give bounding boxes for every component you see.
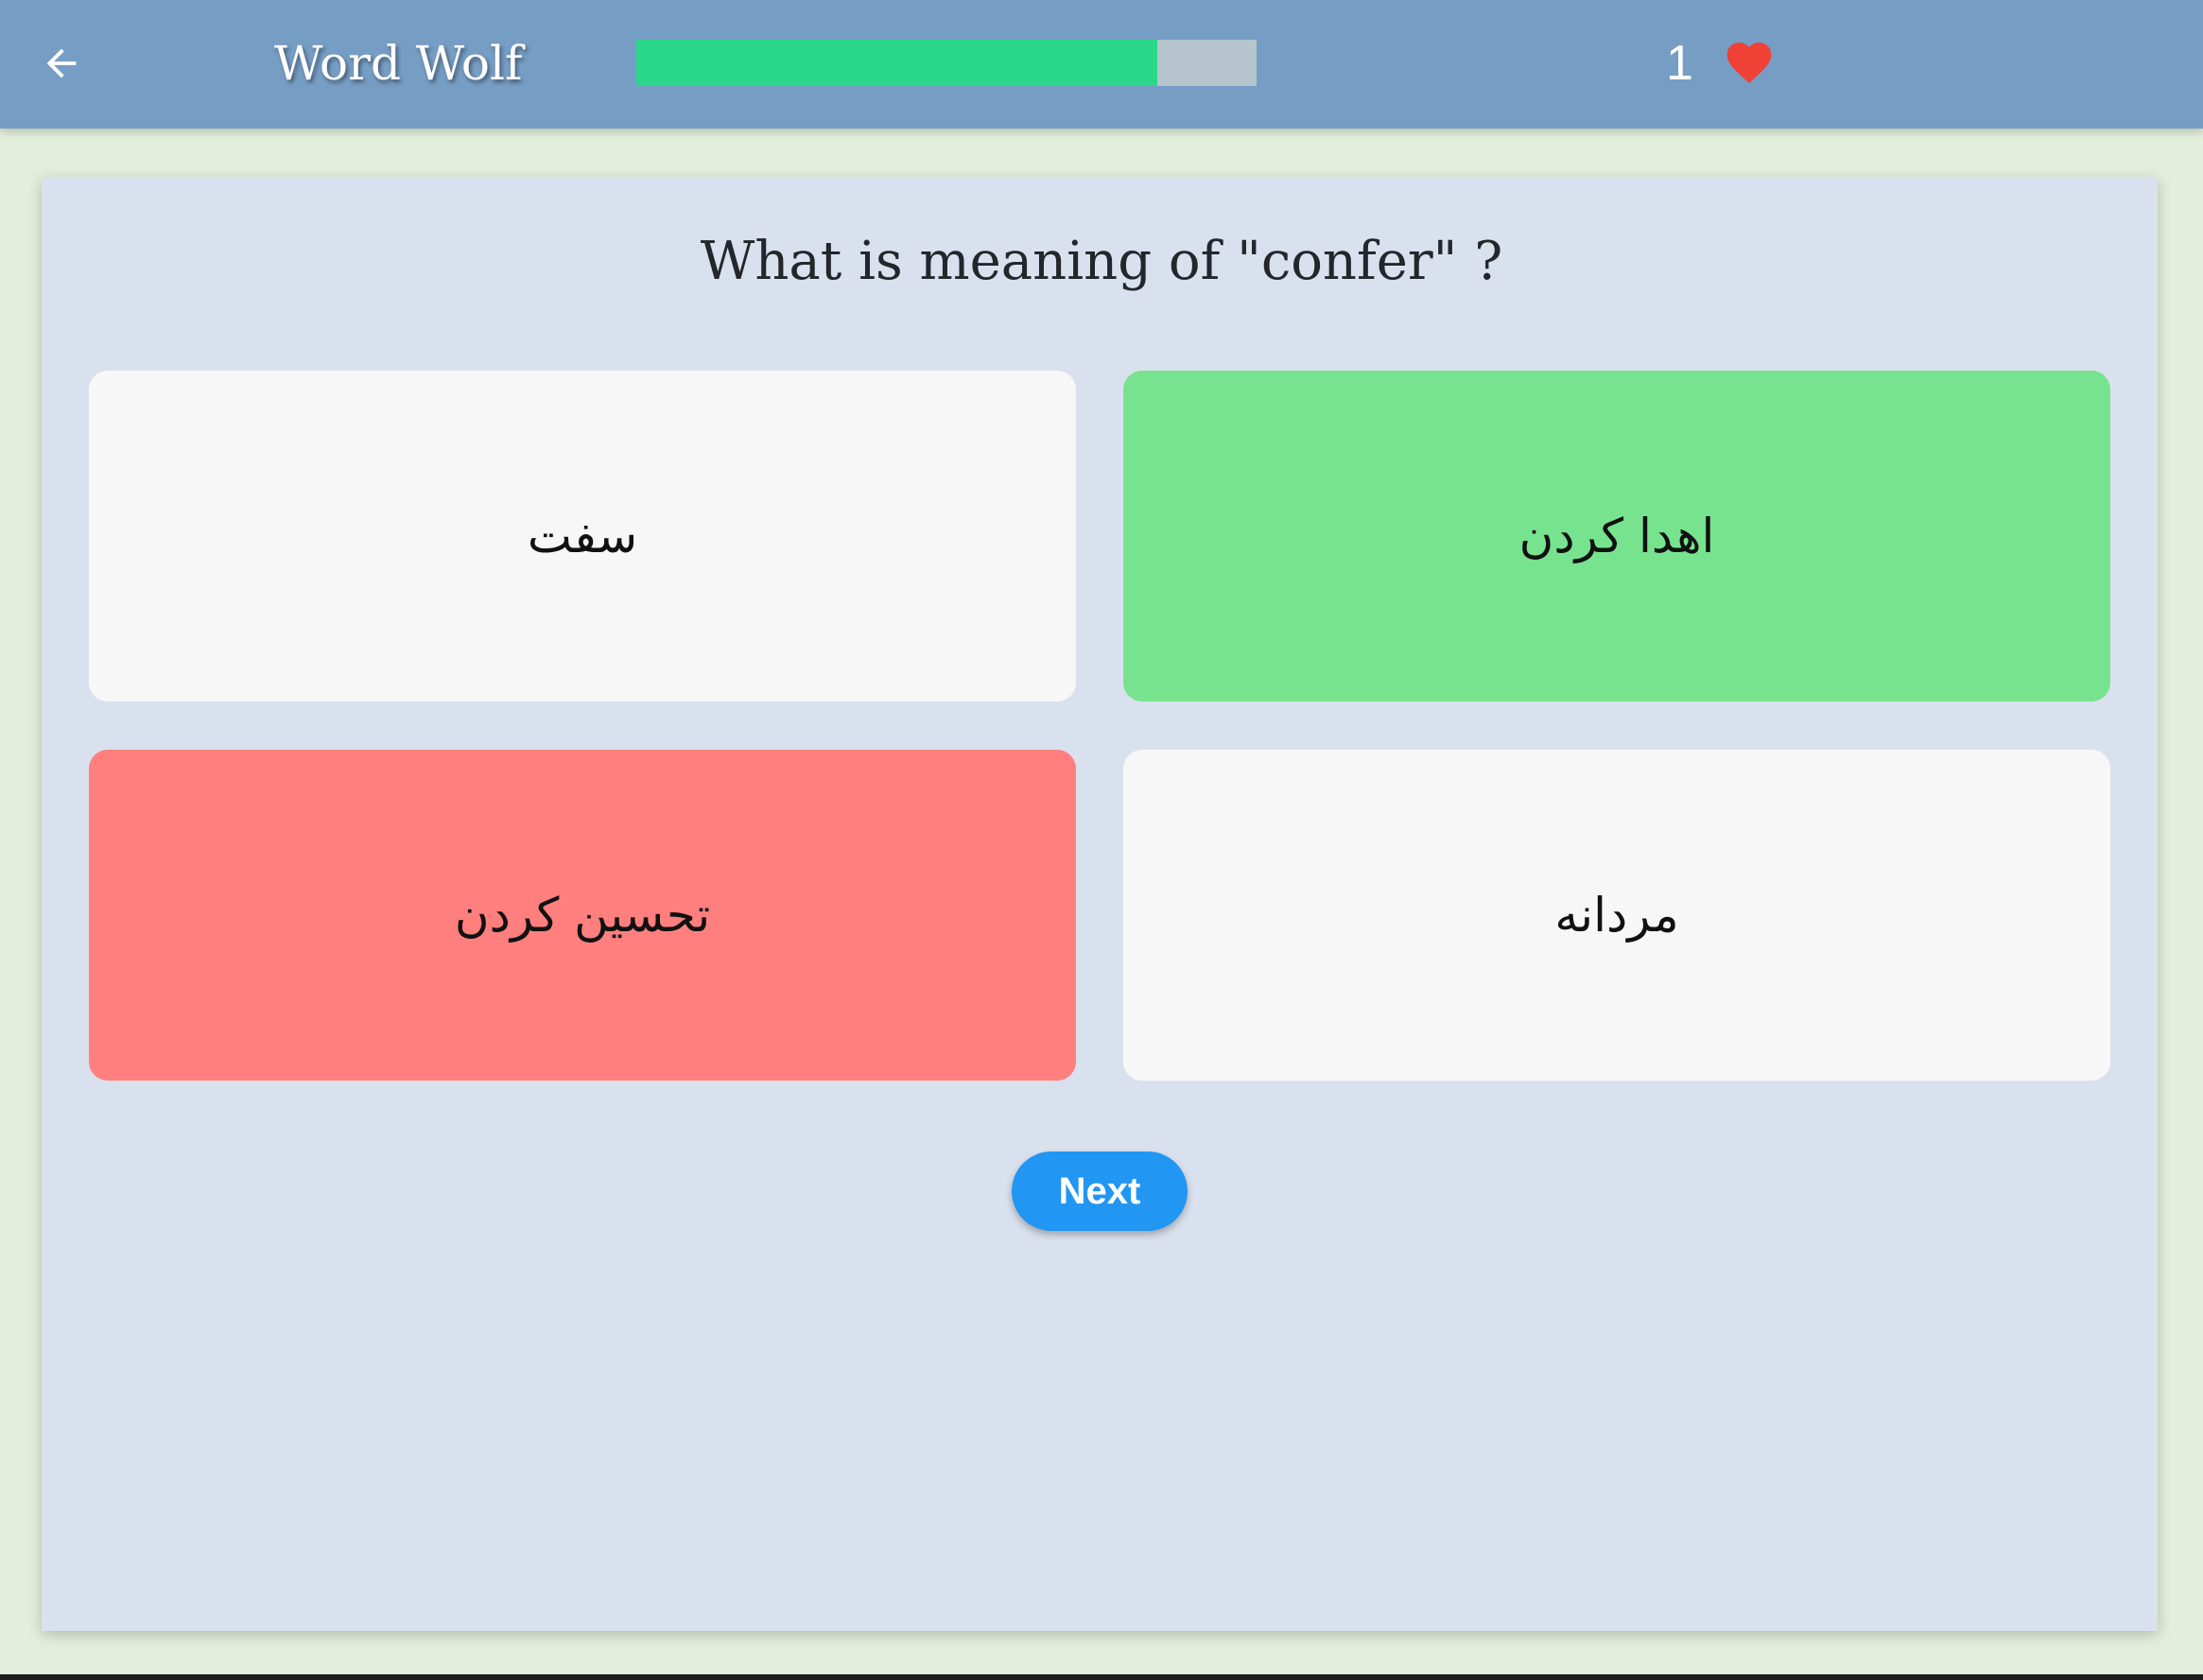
answer-option-2-correct[interactable]: اهدا کردن — [1123, 371, 2110, 701]
progress-bar — [636, 40, 1257, 86]
answer-option-label: تحسین کردن — [454, 888, 711, 943]
app-title: Word Wolf — [274, 36, 523, 91]
app-bar: Word Wolf 1 — [0, 0, 2203, 129]
answer-option-3-wrong[interactable]: تحسین کردن — [89, 750, 1076, 1081]
answer-option-1[interactable]: سفت — [89, 371, 1076, 701]
arrow-left-icon — [46, 48, 77, 78]
answer-option-label: مردانه — [1554, 888, 1679, 943]
question-text: What is meaning of "confer" ? — [700, 231, 1503, 292]
next-button[interactable]: Next — [1012, 1152, 1188, 1231]
lives-count: 1 — [1666, 36, 1693, 91]
answer-option-4[interactable]: مردانه — [1123, 750, 2110, 1081]
progress-fill — [636, 40, 1158, 86]
answer-option-label: اهدا کردن — [1518, 509, 1715, 563]
heart-icon — [1726, 43, 1772, 83]
answer-option-label: سفت — [527, 509, 638, 563]
window-bottom-edge — [0, 1674, 2203, 1680]
back-button[interactable] — [32, 34, 91, 93]
